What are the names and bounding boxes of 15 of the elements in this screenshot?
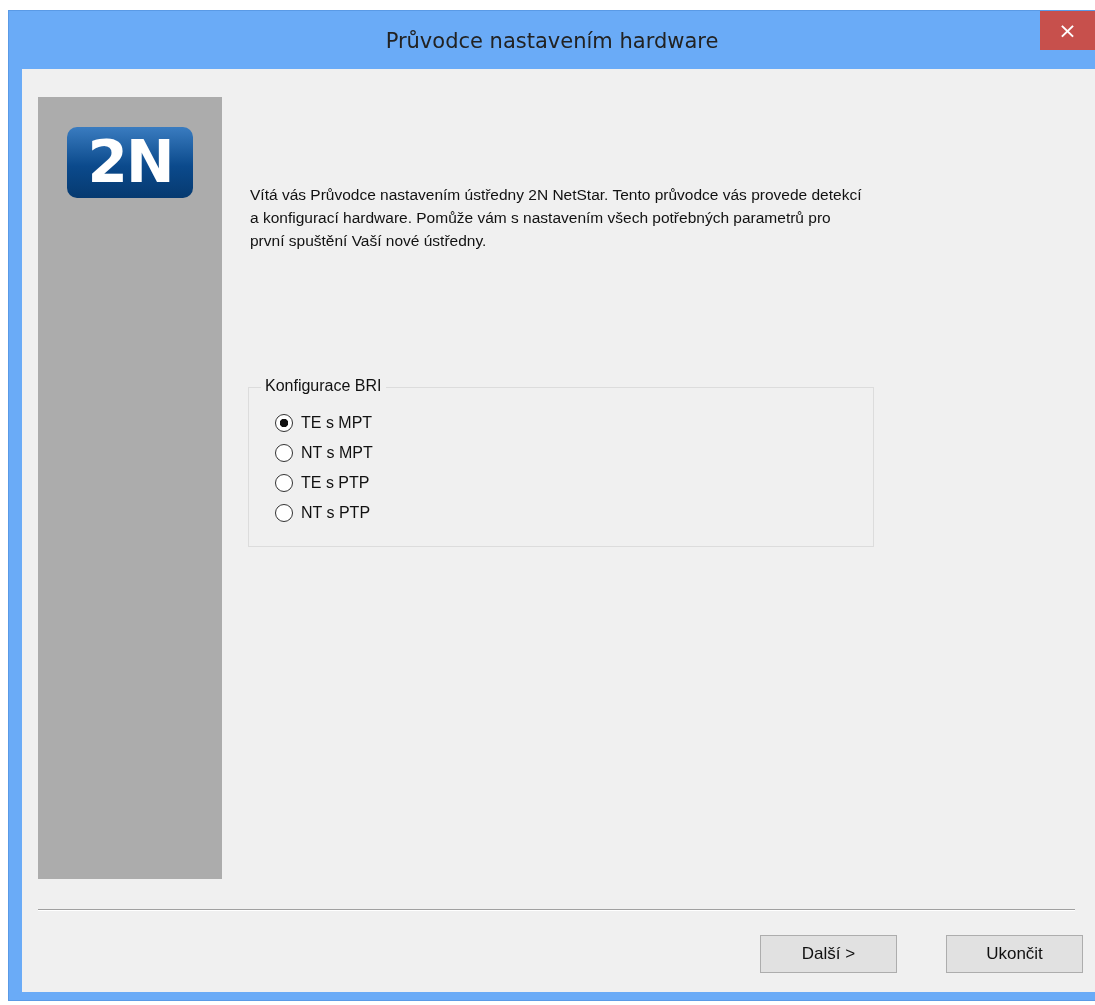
close-button[interactable]: × xyxy=(1040,11,1095,50)
radio-button[interactable] xyxy=(275,474,293,492)
radio-button[interactable] xyxy=(275,504,293,522)
logo: 2N xyxy=(67,127,193,198)
radio-label[interactable]: TE s MPT xyxy=(301,414,373,432)
exit-button[interactable]: Ukončit xyxy=(946,935,1083,973)
radio-label[interactable]: TE s PTP xyxy=(301,474,370,492)
radio-button[interactable] xyxy=(275,414,293,432)
radio-button[interactable] xyxy=(275,444,293,462)
intro-text: Vítá vás Průvodce nastavením ústředny 2N NetStar. Tento průvodce vás provede detekcí a konfigurací hardware. Pomůže vám s nastavením všech potřebných parametrů pro první spuštění Vaší nové ústředny. xyxy=(250,185,863,251)
next-button[interactable]: Další > xyxy=(760,935,897,973)
radio-label[interactable]: NT s PTP xyxy=(301,504,371,522)
window-title: Průvodce nastavením hardware xyxy=(385,28,719,55)
radio-label[interactable]: NT s MPT xyxy=(301,444,373,462)
group-title: Konfigurace BRI xyxy=(261,377,386,395)
